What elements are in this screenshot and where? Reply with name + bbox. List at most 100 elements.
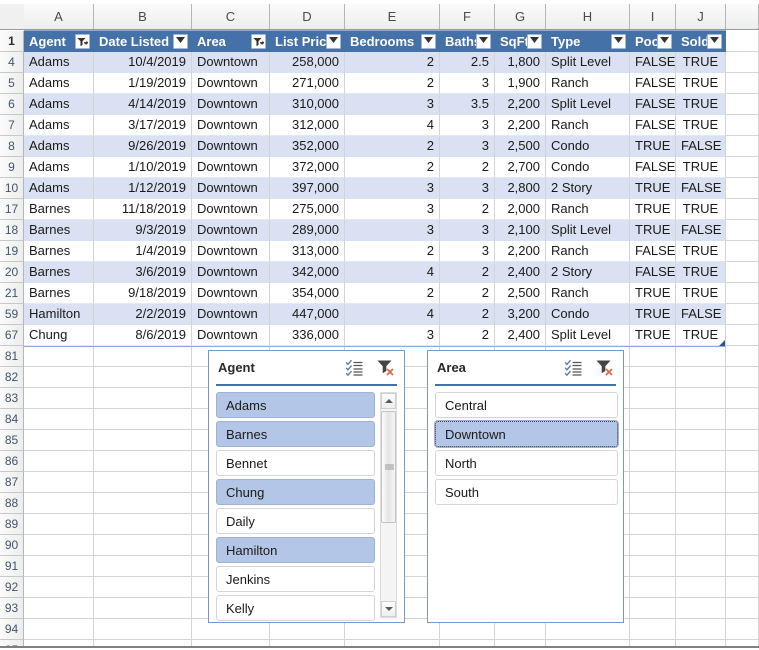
table-cell[interactable]: 1/10/2019 <box>94 157 192 178</box>
table-cell[interactable]: Barnes <box>24 283 94 304</box>
cell-empty[interactable] <box>726 388 759 409</box>
table-cell[interactable]: 4 <box>345 262 440 283</box>
table-cell[interactable]: 289,000 <box>270 220 345 241</box>
table-cell[interactable]: 2,200 <box>495 115 546 136</box>
cell-empty[interactable] <box>726 178 759 199</box>
slicer-item[interactable]: Central <box>435 392 618 418</box>
table-cell[interactable]: Adams <box>24 136 94 157</box>
table-cell[interactable]: 2 <box>440 199 495 220</box>
table-cell[interactable]: TRUE <box>630 325 676 346</box>
table-cell[interactable]: TRUE <box>676 52 726 73</box>
cell-empty[interactable] <box>676 577 726 598</box>
row-header-86[interactable]: 86 <box>0 451 24 472</box>
table-cell[interactable]: Adams <box>24 94 94 115</box>
row-header-92[interactable]: 92 <box>0 577 24 598</box>
row-header-93[interactable]: 93 <box>0 598 24 619</box>
table-cell[interactable]: 9/18/2019 <box>94 283 192 304</box>
cell-empty[interactable] <box>726 514 759 535</box>
table-cell[interactable]: 4/14/2019 <box>94 94 192 115</box>
cell-empty[interactable] <box>94 430 192 451</box>
cell-empty[interactable] <box>676 619 726 640</box>
table-cell[interactable]: 3/17/2019 <box>94 115 192 136</box>
table-cell[interactable]: FALSE <box>630 115 676 136</box>
table-cell[interactable]: 2,800 <box>495 178 546 199</box>
column-header-c[interactable]: C <box>192 4 270 29</box>
clear-filter-button[interactable] <box>595 359 614 377</box>
cell-empty[interactable] <box>630 367 676 388</box>
table-cell[interactable]: 3 <box>345 94 440 115</box>
cell-empty[interactable] <box>24 493 94 514</box>
table-cell[interactable]: Hamilton <box>24 304 94 325</box>
row-header-7[interactable]: 7 <box>0 115 24 136</box>
row-header-5[interactable]: 5 <box>0 73 24 94</box>
table-cell[interactable]: 1,800 <box>495 52 546 73</box>
table-cell[interactable]: 271,000 <box>270 73 345 94</box>
cell-empty[interactable] <box>630 472 676 493</box>
table-cell[interactable]: Downtown <box>192 115 270 136</box>
table-cell[interactable]: Downtown <box>192 52 270 73</box>
table-cell[interactable]: 1,900 <box>495 73 546 94</box>
cell-empty[interactable] <box>24 619 94 640</box>
table-cell[interactable]: TRUE <box>676 283 726 304</box>
table-cell[interactable]: FALSE <box>630 94 676 115</box>
cell-empty[interactable] <box>94 514 192 535</box>
cell-empty[interactable] <box>24 472 94 493</box>
slicer-item[interactable]: Barnes <box>216 421 375 447</box>
table-cell[interactable]: FALSE <box>676 136 726 157</box>
cell-empty[interactable] <box>94 535 192 556</box>
table-cell[interactable]: 312,000 <box>270 115 345 136</box>
cell-empty[interactable] <box>676 598 726 619</box>
cell-empty[interactable] <box>24 577 94 598</box>
table-cell[interactable]: Downtown <box>192 73 270 94</box>
table-cell[interactable]: 2 <box>345 157 440 178</box>
cell-empty[interactable] <box>24 598 94 619</box>
row-header-21[interactable]: 21 <box>0 283 24 304</box>
cell-empty[interactable] <box>726 472 759 493</box>
table-cell[interactable]: TRUE <box>630 178 676 199</box>
table-cell[interactable]: 2,500 <box>495 136 546 157</box>
cell-empty[interactable] <box>676 388 726 409</box>
column-header-e[interactable]: E <box>345 4 440 29</box>
cell-empty[interactable] <box>726 304 759 325</box>
cell-empty[interactable] <box>94 409 192 430</box>
table-cell[interactable]: FALSE <box>676 178 726 199</box>
row-header-84[interactable]: 84 <box>0 409 24 430</box>
slicer-item[interactable]: Jenkins <box>216 566 375 592</box>
cell-empty[interactable] <box>726 220 759 241</box>
cell-empty[interactable] <box>24 409 94 430</box>
cell-empty[interactable] <box>726 115 759 136</box>
multi-select-button[interactable] <box>564 359 583 377</box>
column-header-i[interactable]: I <box>630 4 676 29</box>
table-cell[interactable]: Downtown <box>192 325 270 346</box>
cell-empty[interactable] <box>94 556 192 577</box>
cell-empty[interactable] <box>630 388 676 409</box>
table-cell[interactable]: FALSE <box>630 262 676 283</box>
column-header-g[interactable]: G <box>495 4 546 29</box>
table-cell[interactable]: Downtown <box>192 199 270 220</box>
row-header-82[interactable]: 82 <box>0 367 24 388</box>
table-cell[interactable]: 2,200 <box>495 94 546 115</box>
table-cell[interactable]: Downtown <box>192 94 270 115</box>
table-cell[interactable]: FALSE <box>676 220 726 241</box>
cell-empty[interactable] <box>726 157 759 178</box>
table-cell[interactable]: 2 <box>345 52 440 73</box>
table-cell[interactable]: 2/2/2019 <box>94 304 192 325</box>
cell-empty[interactable] <box>726 94 759 115</box>
cell-empty[interactable] <box>726 619 759 640</box>
table-cell[interactable]: 4 <box>345 115 440 136</box>
table-cell[interactable]: 3 <box>440 220 495 241</box>
cell-empty[interactable] <box>630 451 676 472</box>
table-cell[interactable]: 397,000 <box>270 178 345 199</box>
scrollbar-thumb[interactable] <box>381 411 396 523</box>
table-cell[interactable]: 3 <box>440 73 495 94</box>
filter-active-icon[interactable] <box>251 34 266 49</box>
table-cell[interactable]: 8/6/2019 <box>94 325 192 346</box>
table-cell[interactable]: Downtown <box>192 136 270 157</box>
table-cell[interactable]: TRUE <box>630 220 676 241</box>
cell-empty[interactable] <box>676 493 726 514</box>
row-header-89[interactable]: 89 <box>0 514 24 535</box>
cell-empty[interactable] <box>630 409 676 430</box>
table-cell[interactable]: Adams <box>24 157 94 178</box>
table-cell[interactable]: 447,000 <box>270 304 345 325</box>
table-cell[interactable]: 3 <box>440 136 495 157</box>
